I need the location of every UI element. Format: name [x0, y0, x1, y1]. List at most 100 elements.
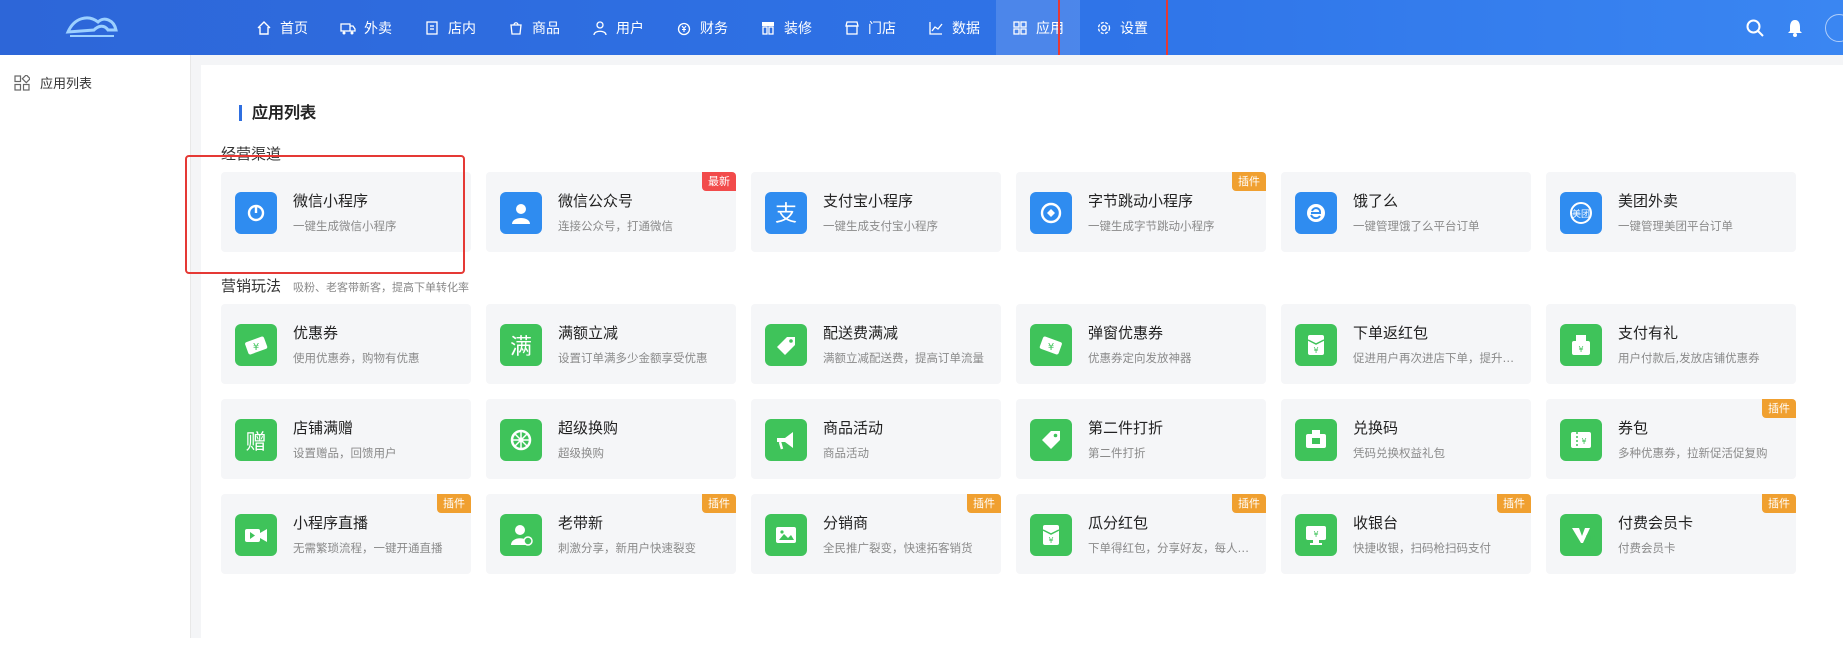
app-card-desc: 连接公众号，打通微信 [558, 219, 673, 233]
avatar[interactable] [1825, 13, 1843, 42]
app-card[interactable]: ¥ 弹窗优惠券 优惠券定向发放神器 [1016, 304, 1266, 384]
app-card[interactable]: 赠 店铺满赠 设置赠品，回馈用户 [221, 399, 471, 479]
app-card-desc: 促进用户再次进店下单，提升复购 [1353, 351, 1523, 365]
app-card[interactable]: 配送费满减 满额立减配送费，提高订单流量 [751, 304, 1001, 384]
nav-item-label: 装修 [784, 20, 812, 37]
nav-item-8[interactable]: 数据 [912, 0, 996, 55]
app-card[interactable]: ¥ 优惠券使用优惠券，购物有优惠 [221, 304, 471, 384]
app-card[interactable]: 第二件打折 第二件打折 [1016, 399, 1266, 479]
app-card[interactable]: 兑换码凭码兑换权益礼包 [1281, 399, 1531, 479]
app-card-desc: 付费会员卡 [1618, 541, 1676, 555]
app-card-name: 收银台 [1353, 514, 1399, 532]
app-card-name: 第二件打折 [1088, 419, 1164, 437]
app-card-name: 商品活动 [823, 419, 884, 437]
app-card-name: 超级换购 [558, 419, 619, 437]
app-card[interactable]: ¥ 支付有礼 用户付款后,发放店铺优惠券 [1546, 304, 1796, 384]
app-card-badge: 插件 [437, 494, 471, 513]
app-card-name: 优惠券 [293, 324, 339, 342]
svg-text:¥: ¥ [1048, 536, 1053, 545]
app-card-desc: 全民推广裂变，快速拓客销货 [823, 541, 973, 555]
svg-text:¥: ¥ [253, 342, 259, 353]
page-title: 应用列表 [239, 105, 316, 121]
wechat-official-icon [500, 192, 542, 234]
svg-text:¥: ¥ [1313, 346, 1318, 355]
app-card-name: 分销商 [823, 514, 869, 532]
logo-icon[interactable] [64, 10, 120, 46]
nav-item-3[interactable]: 商品 [492, 0, 576, 55]
cashier-icon: ¥ [1295, 514, 1337, 556]
wechat-miniprogram-highlight [185, 155, 465, 274]
app-card-desc: 一键管理饿了么平台订单 [1353, 219, 1480, 233]
search-icon[interactable] [1745, 18, 1765, 38]
discount-tag-icon [1030, 419, 1072, 461]
section-title-marketing: 营销玩法 吸粉、老客带新客，提高下单转化率 [221, 277, 470, 295]
svg-text:VIP: VIP [1586, 535, 1595, 542]
app-card[interactable]: 美团 美团外卖 一键管理美团平台订单 [1546, 172, 1796, 252]
app-card[interactable]: 饿了么 一键管理饿了么平台订单 [1281, 172, 1531, 252]
popup-coupon-icon: ¥ [1030, 324, 1072, 366]
app-card[interactable]: ¥ 下单返红包促进用户再次进店下单，提升复购 [1281, 304, 1531, 384]
red-envelope-icon: ¥ [1295, 324, 1337, 366]
nav-item-label: 门店 [868, 20, 896, 37]
app-card-desc: 快捷收银，扫码枪扫码支付 [1353, 541, 1491, 555]
app-card-desc: 凭码兑换权益礼包 [1353, 446, 1445, 460]
app-card-name: 字节跳动小程序 [1088, 192, 1194, 210]
app-card-name: 支付有礼 [1618, 324, 1679, 342]
sidebar-item-label: 应用列表 [40, 77, 93, 92]
finance-icon [677, 22, 691, 35]
bell-icon[interactable] [1785, 18, 1805, 38]
app-card-name: 下单返红包 [1353, 324, 1429, 342]
meituan-icon: 美团 [1560, 192, 1602, 234]
app-card[interactable]: 字节跳动小程序 一键生成字节跳动小程序 插件 [1016, 172, 1266, 252]
app-card-name: 微信公众号 [558, 192, 634, 210]
app-card[interactable]: 小程序直播 无需繁琐流程，一键开通直播 插件 [221, 494, 471, 574]
app-card[interactable]: 超级换购 超级换购 [486, 399, 736, 479]
app-card[interactable]: ¥ 券包 多种优惠券，拉新促活促复购 插件 [1546, 399, 1796, 479]
app-card[interactable]: 商品活动 商品活动 [751, 399, 1001, 479]
apps-grid-icon [14, 74, 30, 91]
nav-item-2[interactable]: 店内 [408, 0, 492, 55]
svg-text:¥: ¥ [1048, 342, 1054, 353]
data-icon [929, 21, 943, 35]
app-card-name: 兑换码 [1353, 419, 1399, 437]
top-nav-bar: 首页 外卖 店内 商品 用户 财务 装修 门店 数据 应用 设置 [0, 0, 1843, 55]
coupon-icon: ¥ [235, 324, 277, 366]
delivery-fee-icon [765, 324, 807, 366]
svg-text:¥: ¥ [1581, 437, 1586, 446]
svg-text:美团: 美团 [1572, 208, 1590, 220]
app-card[interactable]: VIP 付费会员卡 付费会员卡 插件 [1546, 494, 1796, 574]
nav-item-6[interactable]: 装修 [744, 0, 828, 55]
nav-item-4[interactable]: 用户 [576, 0, 660, 55]
app-card[interactable]: 微信公众号 连接公众号，打通微信 最新 [486, 172, 736, 252]
app-card-badge: 插件 [1762, 399, 1796, 418]
svg-text:¥: ¥ [1578, 345, 1583, 354]
app-card-desc: 使用优惠券，购物有优惠 [293, 351, 420, 365]
shop-icon [845, 20, 859, 35]
app-card-badge: 插件 [967, 494, 1001, 513]
pay-gift-icon: ¥ [1560, 324, 1602, 366]
sidebar-item-app-list[interactable]: 应用列表 [14, 73, 92, 92]
live-video-icon [235, 514, 277, 556]
nav-item-label: 数据 [952, 20, 980, 37]
app-card[interactable]: 满 满额立减 设置订单满多少金额享受优惠 [486, 304, 736, 384]
app-card-name: 支付宝小程序 [823, 192, 914, 210]
nav-item-7[interactable]: 门店 [828, 0, 912, 55]
exchange-icon [500, 419, 542, 461]
app-card[interactable]: 分销商全民推广裂变，快速拓客销货 插件 [751, 494, 1001, 574]
app-card[interactable]: ¥ 收银台 快捷收银，扫码枪扫码支付 插件 [1281, 494, 1531, 574]
app-card-desc: 超级换购 [558, 446, 604, 460]
app-card-name: 满额立减 [558, 324, 619, 342]
delivery-icon [340, 22, 356, 34]
app-card[interactable]: 支 支付宝小程序 一键生成支付宝小程序 [751, 172, 1001, 252]
nav-item-1[interactable]: 外卖 [324, 0, 408, 55]
app-card-badge: 插件 [702, 494, 736, 513]
nav-item-5[interactable]: 财务 [660, 0, 744, 55]
app-card-badge: 插件 [1232, 494, 1266, 513]
nav-item-0[interactable]: 首页 [240, 0, 324, 55]
app-card[interactable]: ¥ 瓜分红包 下单得红包，分享好友，每人均分 插件 [1016, 494, 1266, 574]
nav-item-label: 商品 [532, 20, 560, 37]
distributor-icon [765, 514, 807, 556]
full-reduce-icon: 满 [500, 324, 542, 366]
app-card[interactable]: 老带新 刺激分享，新用户快速裂变 插件 [486, 494, 736, 574]
app-card-name: 配送费满减 [823, 324, 899, 342]
